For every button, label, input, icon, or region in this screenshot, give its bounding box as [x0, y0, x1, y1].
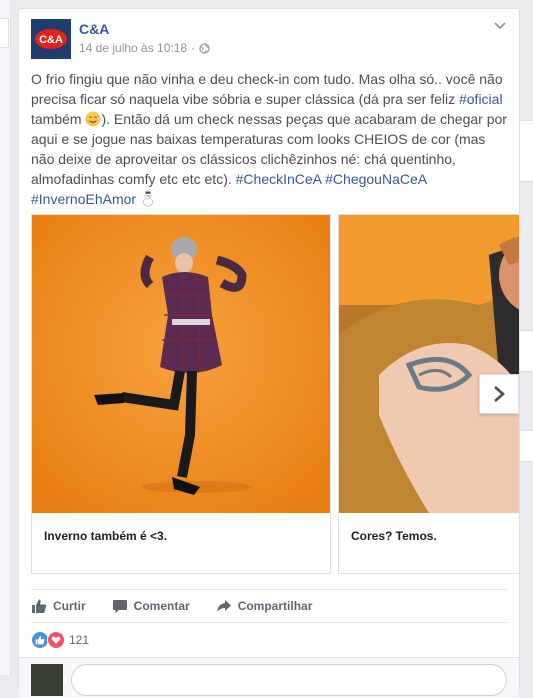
- hashtag-checkin-link[interactable]: #CheckInCeA: [236, 171, 322, 187]
- like-button[interactable]: Curtir: [31, 598, 86, 614]
- image-carousel: Inverno também é <3. Cores? Temos.: [31, 214, 519, 574]
- svg-text:C&A: C&A: [39, 34, 63, 46]
- comment-input[interactable]: [71, 664, 507, 696]
- comment-composer: [19, 657, 519, 698]
- love-reaction-icon: [47, 631, 65, 649]
- chevron-down-icon[interactable]: [493, 21, 507, 31]
- left-panel-tab[interactable]: [0, 18, 9, 48]
- fashion-photo: [339, 215, 519, 513]
- hashtag-oficial-link[interactable]: #oficial: [459, 91, 503, 107]
- post-card: C&A C&A 14 de julho às 10:18 · O frio fi…: [18, 8, 520, 698]
- carousel-caption[interactable]: Inverno também é <3.: [44, 529, 167, 543]
- post-action-bar: Curtir Comentar Compartilhar: [31, 589, 507, 623]
- page-avatar[interactable]: C&A: [31, 19, 71, 59]
- left-column-edge: [0, 0, 11, 675]
- comment-bubble-icon: [112, 600, 127, 613]
- right-panel-fragment: [518, 330, 533, 372]
- fashion-photo: [32, 215, 330, 513]
- globe-icon[interactable]: [199, 42, 210, 54]
- post-body-text: O frio fingiu que não vinha e deu check-…: [31, 69, 507, 209]
- carousel-item[interactable]: Inverno também é <3.: [31, 214, 331, 574]
- smiling-emoji-icon: [85, 111, 101, 127]
- share-label: Compartilhar: [237, 599, 313, 613]
- carousel-image-winter-look[interactable]: [32, 215, 330, 513]
- post-meta: 14 de julho às 10:18 ·: [79, 41, 210, 55]
- hashtag-inverno-link[interactable]: #InvernoEhAmor: [31, 191, 136, 207]
- thumbs-up-icon: [32, 599, 47, 613]
- post-header: C&A C&A 14 de julho às 10:18 ·: [31, 19, 507, 61]
- reaction-count[interactable]: 121: [69, 633, 89, 647]
- hashtag-chegou-link[interactable]: #ChegouNaCeA: [325, 171, 426, 187]
- post-text-segment: também: [31, 111, 86, 127]
- right-panel-fragment: [518, 120, 533, 182]
- user-avatar[interactable]: [31, 664, 63, 696]
- like-label: Curtir: [53, 599, 86, 613]
- comment-button[interactable]: Comentar: [112, 598, 190, 614]
- post-timestamp[interactable]: 14 de julho às 10:18: [79, 41, 187, 55]
- snowman-emoji-icon: [143, 191, 153, 207]
- page-name-link[interactable]: C&A: [79, 21, 109, 37]
- carousel-caption[interactable]: Cores? Temos.: [351, 529, 437, 543]
- share-arrow-icon: [216, 600, 231, 612]
- chevron-right-icon: [494, 386, 505, 402]
- carousel-next-button[interactable]: [479, 374, 519, 414]
- cea-logo-icon: C&A: [35, 29, 67, 49]
- reactions-summary[interactable]: 121: [31, 631, 89, 649]
- post-text-segment: O frio fingiu que não vinha e deu check-…: [31, 71, 503, 107]
- comment-label: Comentar: [133, 599, 190, 613]
- right-panel-fragment: [518, 430, 533, 462]
- carousel-image-colors[interactable]: [339, 215, 519, 513]
- share-button[interactable]: Compartilhar: [216, 598, 313, 614]
